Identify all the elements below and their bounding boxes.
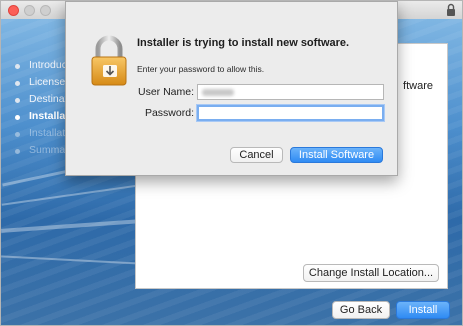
step-license: License <box>13 76 72 93</box>
step-dot <box>15 132 20 137</box>
cancel-button[interactable]: Cancel <box>230 147 283 163</box>
step-label: Summa <box>29 144 66 156</box>
step-installation: Installati <box>13 127 72 144</box>
step-label: Destinati <box>29 93 70 105</box>
step-label: Introduc <box>29 59 67 71</box>
step-dot <box>15 64 20 69</box>
install-button[interactable]: Install <box>396 301 450 319</box>
lock-icon <box>447 3 455 16</box>
step-dot <box>15 149 20 154</box>
zoom-window-button[interactable] <box>40 5 51 16</box>
content-text: ftware <box>403 80 433 92</box>
step-label: Installati <box>29 127 68 139</box>
redacted-username <box>202 89 234 96</box>
authentication-dialog: Installer is trying to install new softw… <box>65 1 398 176</box>
step-introduction: Introduc <box>13 59 72 76</box>
go-back-button[interactable]: Go Back <box>332 301 390 319</box>
dialog-subtitle: Enter your password to allow this. <box>137 64 265 74</box>
minimize-window-button[interactable] <box>24 5 35 16</box>
username-label: User Name: <box>138 86 195 98</box>
username-field[interactable] <box>197 84 384 100</box>
step-installation-type: Installati <box>13 110 72 127</box>
step-destination: Destinati <box>13 93 72 110</box>
padlock-icon <box>91 35 127 86</box>
step-dot <box>15 115 20 120</box>
step-dot <box>15 98 20 103</box>
installer-steps: Introduc License Destinati Installati In… <box>13 59 72 161</box>
dialog-title: Installer is trying to install new softw… <box>137 37 350 49</box>
installer-window: Introduc License Destinati Installati In… <box>0 0 463 326</box>
password-field[interactable] <box>197 105 384 121</box>
close-window-button[interactable] <box>8 5 19 16</box>
install-software-button[interactable]: Install Software <box>290 147 383 163</box>
password-label: Password: <box>144 107 194 119</box>
step-label: License <box>29 76 66 88</box>
step-summary: Summa <box>13 144 72 161</box>
change-install-location-button[interactable]: Change Install Location... <box>303 264 439 282</box>
step-dot <box>15 81 20 86</box>
